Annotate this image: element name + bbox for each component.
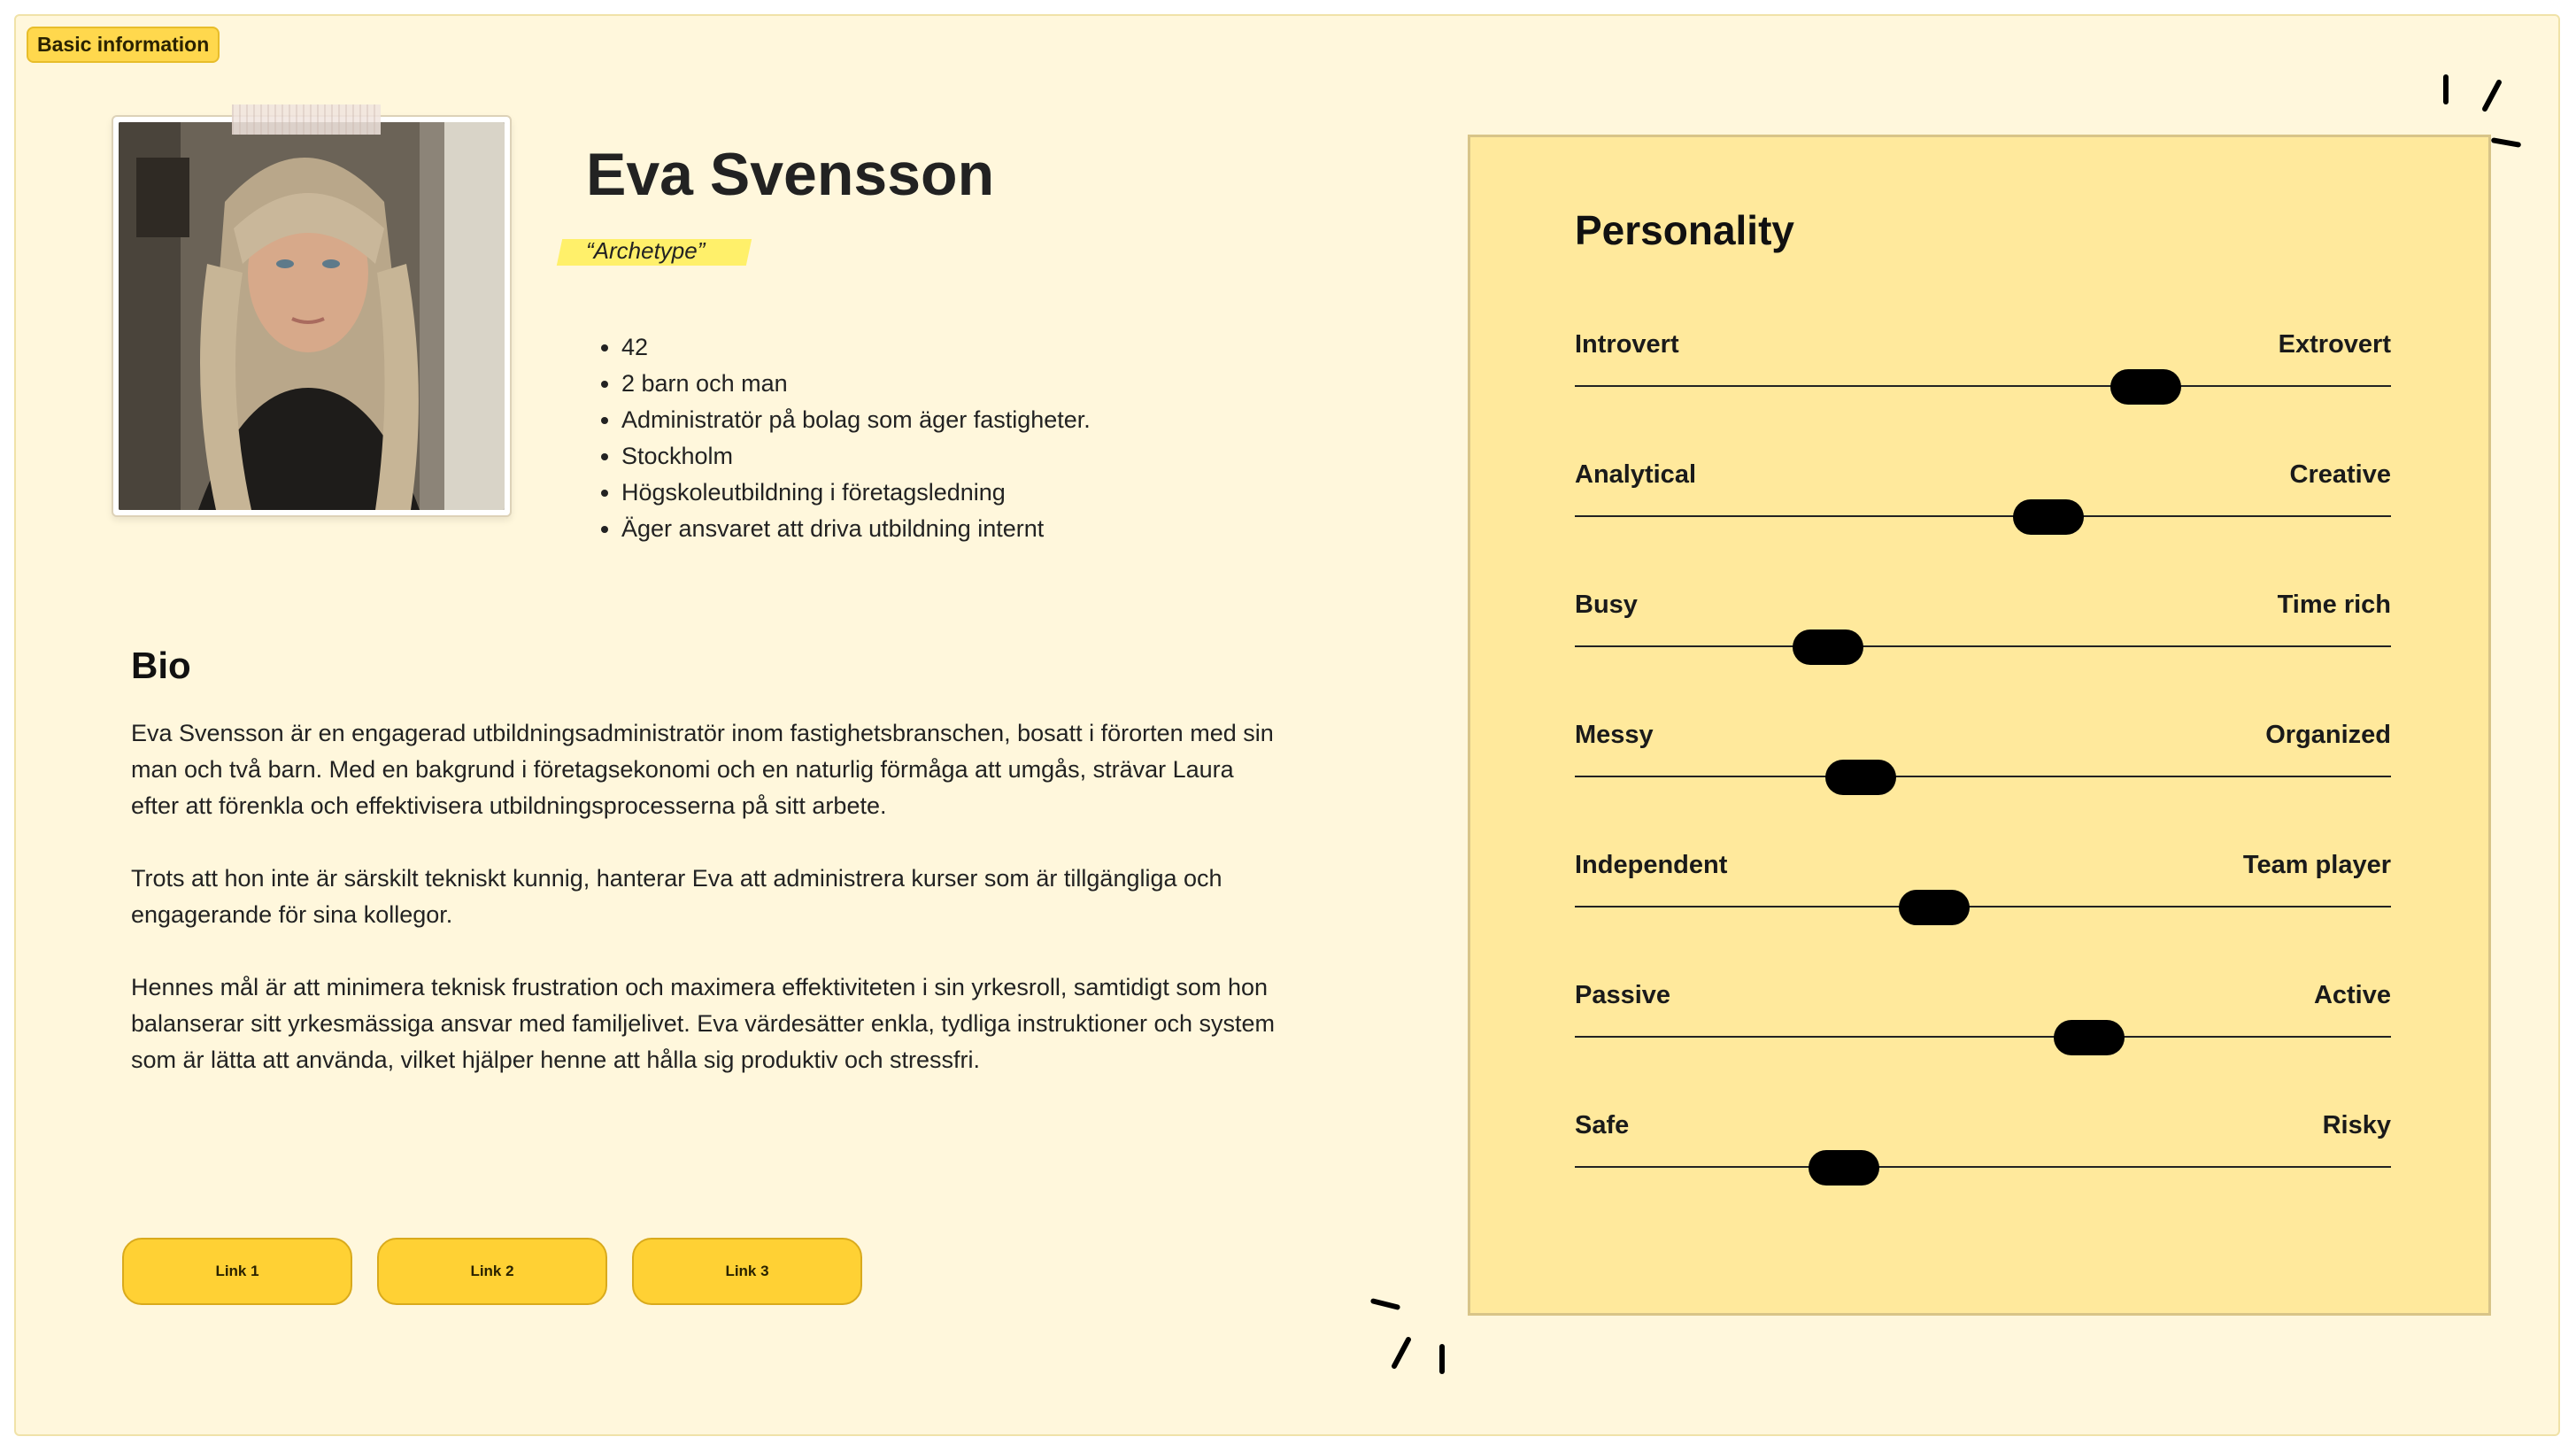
slider-knob[interactable] — [1809, 1150, 1879, 1186]
trait-right-label: Risky — [2322, 1111, 2391, 1139]
link-2-button[interactable]: Link 2 — [377, 1238, 607, 1305]
trait-right-label: Active — [2313, 981, 2391, 1009]
slider-track[interactable] — [1575, 385, 2391, 387]
slider-track[interactable] — [1575, 906, 2391, 908]
trait-slider-busy: Busy Time rich — [1575, 591, 2391, 665]
trait-left-label: Independent — [1575, 851, 1728, 879]
profile-photo — [119, 122, 505, 510]
trait-left-label: Safe — [1575, 1111, 1630, 1139]
bio-paragraph: Eva Svensson är en engagerad utbildnings… — [131, 720, 1274, 819]
link-3-button[interactable]: Link 3 — [632, 1238, 862, 1305]
fact-education: Högskoleutbildning i företagsledning — [621, 475, 1091, 511]
bio-paragraph: Hennes mål är att minimera teknisk frust… — [131, 974, 1276, 1073]
slider-track[interactable] — [1575, 1036, 2391, 1038]
fact-family: 2 barn och man — [621, 366, 1091, 402]
trait-slider-passive: Passive Active — [1575, 981, 2391, 1055]
personality-title: Personality — [1575, 207, 1794, 253]
trait-slider-messy: Messy Organized — [1575, 721, 2391, 795]
trait-left-label: Busy — [1575, 591, 1638, 619]
trait-right-label: Extrovert — [2278, 330, 2391, 359]
slider-track[interactable] — [1575, 515, 2391, 517]
trait-left-label: Introvert — [1575, 330, 1679, 359]
slider-track[interactable] — [1575, 1166, 2391, 1168]
slider-knob[interactable] — [2054, 1020, 2125, 1055]
trait-left-label: Messy — [1575, 721, 1654, 749]
trait-slider-safe: Safe Risky — [1575, 1111, 2391, 1186]
bio-paragraph: Trots att hon inte är särskilt tekniskt … — [131, 865, 1222, 928]
archetype-label: “Archetype” — [586, 237, 706, 264]
personality-panel: Personality Introvert Extrovert Analytical… — [1468, 135, 2491, 1316]
doodle-dash — [1439, 1344, 1445, 1374]
trait-right-label: Creative — [2289, 460, 2391, 489]
trait-right-label: Time rich — [2277, 591, 2391, 619]
trait-slider-analytical: Analytical Creative — [1575, 460, 2391, 535]
doodle-dash — [2443, 74, 2449, 104]
slider-knob[interactable] — [1825, 760, 1896, 795]
slider-track[interactable] — [1575, 645, 2391, 647]
facts-list: 42 2 barn och man Administratör på bolag… — [584, 329, 1091, 547]
slider-knob[interactable] — [2110, 369, 2181, 405]
trait-right-label: Organized — [2265, 721, 2391, 749]
bio-text: Eva Svensson är en engagerad utbildnings… — [131, 715, 1282, 1115]
persona-name: Eva Svensson — [586, 141, 995, 208]
slider-knob[interactable] — [2013, 499, 2084, 535]
fact-responsibility: Äger ansvaret att driva utbildning inter… — [621, 511, 1091, 547]
slider-track[interactable] — [1575, 776, 2391, 777]
trait-slider-independent: Independent Team player — [1575, 851, 2391, 925]
photo-tape — [232, 104, 381, 135]
bio-heading: Bio — [131, 645, 191, 686]
fact-age: 42 — [621, 329, 1091, 366]
slider-knob[interactable] — [1793, 629, 1863, 665]
trait-left-label: Analytical — [1575, 460, 1696, 489]
trait-slider-introvert: Introvert Extrovert — [1575, 330, 2391, 405]
trait-left-label: Passive — [1575, 981, 1671, 1009]
profile-photo-frame — [112, 104, 512, 517]
section-tag: Basic information — [27, 27, 220, 63]
fact-occupation: Administratör på bolag som äger fastighe… — [621, 402, 1091, 438]
fact-location: Stockholm — [621, 438, 1091, 475]
trait-right-label: Team player — [2242, 851, 2391, 879]
link-1-button[interactable]: Link 1 — [122, 1238, 352, 1305]
slider-knob[interactable] — [1899, 890, 1970, 925]
